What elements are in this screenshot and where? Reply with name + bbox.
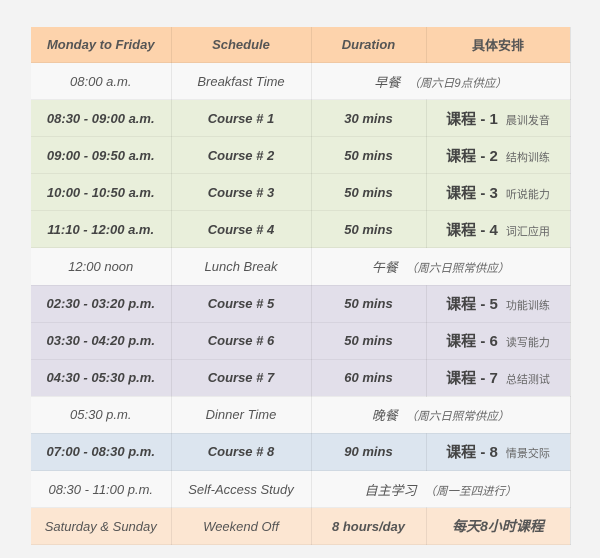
note-main: 晚餐 [371, 408, 398, 424]
table-row: 02:30 - 03:20 p.m. Course # 5 50 mins 课程… [31, 285, 571, 323]
duration-cell: 90 mins [311, 433, 427, 472]
table-row: 08:30 - 09:00 a.m. Course # 1 30 mins 课程… [31, 99, 571, 138]
details-cell: 课程 - 6 读写能力 [426, 322, 571, 360]
time-cell: 08:00 a.m. [31, 62, 172, 101]
table-row: 09:00 - 09:50 a.m. Course # 2 50 mins 课程… [31, 136, 571, 175]
course-topic: 情景交际 [505, 448, 550, 461]
note-cell: 早餐 （周六日9点供应） [311, 62, 571, 101]
note-cell: 午餐 （周六日照常供应） [311, 247, 571, 286]
note-sub: （周一至四进行） [424, 485, 517, 498]
header-duration: Duration [311, 27, 427, 63]
details-cell: 课程 - 2 结构训练 [426, 136, 571, 175]
course-topic: 词汇应用 [505, 225, 550, 238]
duration-cell: 8 hours/day [311, 507, 427, 546]
details-cell: 课程 - 5 功能训练 [426, 285, 571, 323]
details-cell: 课程 - 8 情景交际 [426, 433, 571, 472]
duration-cell: 50 mins [311, 136, 427, 175]
details-cell: 课程 - 4 词汇应用 [426, 210, 571, 249]
schedule-cell: Course # 5 [171, 285, 312, 323]
details-cell: 课程 - 1 晨训发音 [426, 99, 571, 138]
time-cell: Saturday & Sunday [31, 507, 172, 546]
course-label: 课程 - 2 [446, 147, 498, 165]
table-row: 10:00 - 10:50 a.m. Course # 3 50 mins 课程… [31, 173, 571, 212]
course-label: 课程 - 1 [446, 110, 498, 128]
details-cell: 课程 - 3 听说能力 [426, 173, 571, 212]
duration-cell: 50 mins [311, 322, 427, 360]
course-topic: 晨训发音 [505, 114, 550, 127]
duration-cell: 30 mins [311, 99, 427, 138]
course-label: 课程 - 6 [446, 333, 498, 351]
time-cell: 08:30 - 09:00 a.m. [31, 99, 172, 138]
schedule-table: Monday to Friday Schedule Duration 具体安排 … [31, 27, 571, 546]
course-topic: 结构训练 [505, 151, 550, 164]
table-row: Saturday & Sunday Weekend Off 8 hours/da… [31, 507, 571, 546]
schedule-cell: Breakfast Time [171, 62, 312, 101]
note-sub: （周六日照常供应） [405, 263, 510, 276]
note-main: 午餐 [371, 260, 398, 276]
time-cell: 12:00 noon [31, 247, 172, 286]
course-label: 课程 - 5 [446, 296, 498, 314]
header-days: Monday to Friday [31, 27, 172, 63]
schedule-cell: Lunch Break [171, 247, 312, 286]
table-row: 11:10 - 12:00 a.m. Course # 4 50 mins 课程… [31, 210, 571, 249]
schedule-cell: Course # 3 [171, 173, 312, 212]
table-row: 03:30 - 04:20 p.m. Course # 6 50 mins 课程… [31, 322, 571, 360]
table-row: 07:00 - 08:30 p.m. Course # 8 90 mins 课程… [31, 433, 571, 472]
schedule-cell: Course # 2 [171, 136, 312, 175]
schedule-cell: Self-Access Study [171, 470, 312, 509]
schedule-cell: Course # 7 [171, 359, 312, 397]
course-label: 课程 - 8 [446, 444, 498, 462]
course-label: 课程 - 4 [446, 221, 498, 239]
note-sub: （周六日9点供应） [408, 77, 507, 90]
time-cell: 03:30 - 04:20 p.m. [31, 322, 172, 360]
details-cell: 每天8小时课程 [426, 507, 571, 546]
schedule-cell: Course # 1 [171, 99, 312, 138]
schedule-cell: Dinner Time [171, 396, 312, 434]
time-cell: 02:30 - 03:20 p.m. [31, 285, 172, 323]
time-cell: 09:00 - 09:50 a.m. [31, 136, 172, 175]
course-topic: 总结测试 [505, 374, 550, 387]
schedule-cell: Course # 6 [171, 322, 312, 360]
header-details: 具体安排 [426, 27, 571, 63]
details-cell: 课程 - 7 总结测试 [426, 359, 571, 397]
course-label: 课程 - 7 [446, 370, 498, 388]
duration-cell: 50 mins [311, 173, 427, 212]
note-cell: 晚餐 （周六日照常供应） [311, 396, 571, 434]
table-row: 05:30 p.m. Dinner Time 晚餐 （周六日照常供应） [31, 396, 571, 434]
note-main: 自主学习 [364, 482, 417, 498]
note-sub: （周六日照常供应） [405, 411, 510, 424]
header-schedule: Schedule [171, 27, 312, 63]
time-cell: 11:10 - 12:00 a.m. [31, 210, 172, 249]
time-cell: 07:00 - 08:30 p.m. [31, 433, 172, 472]
header-row: Monday to Friday Schedule Duration 具体安排 [31, 27, 571, 63]
table-row: 04:30 - 05:30 p.m. Course # 7 60 mins 课程… [31, 359, 571, 397]
schedule-cell: Course # 8 [171, 433, 312, 472]
duration-cell: 50 mins [311, 210, 427, 249]
table-row: 08:30 - 11:00 p.m. Self-Access Study 自主学… [31, 470, 571, 509]
course-label: 课程 - 3 [446, 184, 498, 202]
duration-cell: 50 mins [311, 285, 427, 323]
course-topic: 功能训练 [505, 300, 550, 313]
schedule-cell: Course # 4 [171, 210, 312, 249]
duration-cell: 60 mins [311, 359, 427, 397]
course-topic: 听说能力 [505, 188, 550, 201]
schedule-cell: Weekend Off [171, 507, 312, 546]
note-cell: 自主学习 （周一至四进行） [311, 470, 571, 509]
time-cell: 08:30 - 11:00 p.m. [31, 470, 172, 509]
table-row: 08:00 a.m. Breakfast Time 早餐 （周六日9点供应） [31, 62, 571, 101]
time-cell: 10:00 - 10:50 a.m. [31, 173, 172, 212]
table-row: 12:00 noon Lunch Break 午餐 （周六日照常供应） [31, 247, 571, 286]
note-main: 早餐 [374, 74, 401, 90]
course-topic: 读写能力 [505, 337, 550, 350]
time-cell: 04:30 - 05:30 p.m. [31, 359, 172, 397]
time-cell: 05:30 p.m. [31, 396, 172, 434]
